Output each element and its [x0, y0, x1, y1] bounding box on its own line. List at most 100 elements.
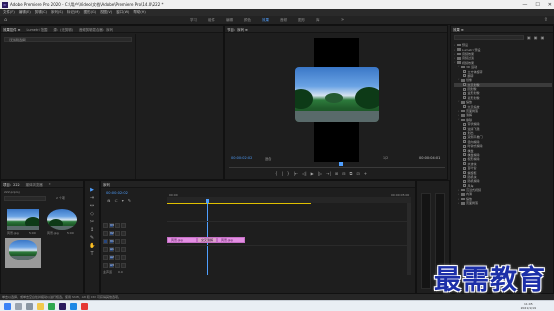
track-name-v3[interactable]: V3	[109, 222, 114, 228]
mute-icon[interactable]	[115, 262, 120, 268]
marker-icon[interactable]: |	[282, 171, 283, 178]
mark-in-icon[interactable]: {	[275, 171, 278, 178]
project-search-input[interactable]	[4, 196, 46, 201]
work-area-bar-right[interactable]	[245, 203, 311, 204]
timeline-clip-1[interactable]: 风景.jpg	[167, 237, 197, 243]
lift-icon[interactable]: ⊞	[335, 171, 338, 178]
track-name-a3[interactable]: A3	[109, 262, 114, 268]
toggle-sync-lock-icon[interactable]	[103, 222, 108, 228]
timeline-transition[interactable]: 交叉溶解	[197, 237, 217, 243]
timeline-timecode[interactable]: 00:00:02:02	[106, 191, 128, 195]
more-panels-icon[interactable]: »	[49, 182, 51, 186]
app-taskbar-icon[interactable]	[70, 302, 77, 310]
hand-tool-icon[interactable]: ✋	[89, 243, 95, 249]
effects-item[interactable]: › 页面剥落	[454, 201, 552, 205]
track-name-a1[interactable]: A1	[109, 246, 114, 252]
start-icon[interactable]	[4, 302, 11, 310]
mute-icon[interactable]	[115, 254, 120, 260]
workspace-tab-color[interactable]: 颜色	[244, 18, 251, 23]
toggle-sync-lock-icon[interactable]	[103, 246, 108, 252]
tab-source[interactable]: 源：(无剪辑)	[53, 27, 73, 32]
app2-taskbar-icon[interactable]	[81, 302, 88, 310]
32bit-filter-icon[interactable]: ▣	[534, 35, 538, 40]
track-name-a2[interactable]: A2	[109, 254, 114, 260]
extract-icon[interactable]: ⊟	[342, 171, 345, 178]
file-explorer-icon[interactable]	[37, 302, 44, 310]
timeline-vertical-scrollbar[interactable]	[407, 203, 411, 275]
selection-tool-icon[interactable]: ▶	[89, 187, 95, 193]
workspace-tab-editing[interactable]: 编辑	[226, 18, 233, 23]
type-tool-icon[interactable]: T	[89, 251, 95, 257]
accelerated-filter-icon[interactable]: ▣	[527, 35, 531, 40]
timeline-clip-2[interactable]: 风景.jpg	[217, 237, 245, 243]
track-select-tool-icon[interactable]: ⇥	[89, 195, 95, 201]
snap-icon[interactable]: ⋒	[107, 198, 110, 203]
export-frame-icon[interactable]: ⧉	[350, 171, 353, 178]
menu-graphics[interactable]: 图形(G)	[84, 10, 96, 15]
lock-icon[interactable]	[115, 222, 120, 228]
toggle-sync-lock-icon[interactable]	[103, 254, 108, 260]
task-view-icon[interactable]	[26, 302, 33, 310]
tab-sequence[interactable]: 序列	[103, 182, 110, 187]
eye-icon[interactable]	[121, 238, 126, 244]
step-forward-icon[interactable]: |▷	[318, 171, 322, 178]
go-to-out-icon[interactable]: →|	[326, 171, 331, 178]
quality-dropdown[interactable]: 1/2	[383, 156, 388, 160]
tab-program[interactable]: 节目：序列 ≡	[227, 27, 248, 32]
minimize-button[interactable]: —	[522, 2, 527, 8]
linked-selection-icon[interactable]: ⊂	[114, 198, 117, 203]
workspace-tab-libraries[interactable]: 库	[316, 18, 320, 23]
lock-icon[interactable]	[115, 238, 120, 244]
timeline-settings-icon[interactable]: ✎	[128, 198, 131, 203]
menu-view[interactable]: 视图(V)	[100, 10, 112, 15]
menu-clip[interactable]: 剪辑(C)	[35, 10, 47, 15]
mute-icon[interactable]	[115, 246, 120, 252]
eye-icon[interactable]	[121, 230, 126, 236]
pen-tool-icon[interactable]: ✎	[89, 235, 95, 241]
home-icon[interactable]: ⌂	[4, 18, 9, 23]
step-back-icon[interactable]: ◁|	[302, 171, 306, 178]
add-marker-icon[interactable]: ▾	[122, 198, 124, 203]
program-current-timecode[interactable]: 00:00:02:02	[231, 156, 252, 160]
share-icon[interactable]: ⇪	[544, 17, 548, 23]
workspace-tab-learn[interactable]: 学习	[190, 18, 197, 23]
slide-tool-icon[interactable]: ↕	[89, 227, 95, 233]
track-name-v2[interactable]: V2	[109, 230, 114, 236]
tab-project[interactable]: 项目：222	[3, 182, 20, 187]
program-scrub-bar[interactable]	[229, 167, 445, 168]
yuv-filter-icon[interactable]: ▣	[541, 35, 545, 40]
menu-sequence[interactable]: 序列(S)	[51, 10, 63, 15]
playhead-marker-icon[interactable]	[339, 162, 343, 166]
browser-icon[interactable]	[48, 302, 55, 310]
menu-help[interactable]: 帮助(H)	[133, 10, 145, 15]
ripple-edit-tool-icon[interactable]: ↔	[89, 203, 95, 209]
tab-media-browser[interactable]: 媒体浏览器	[26, 182, 43, 187]
project-thumbnail-1[interactable]	[7, 209, 39, 230]
track-name-v1[interactable]: V1	[109, 238, 114, 244]
maximize-button[interactable]: ☐	[535, 2, 539, 8]
workspace-tab-effects[interactable]: 效果	[262, 18, 269, 23]
menu-file[interactable]: 文件(F)	[3, 10, 15, 15]
taskbar-clock[interactable]: 11:05 2021/1/19	[521, 302, 536, 310]
comparison-view-icon[interactable]: ⊡	[356, 171, 359, 178]
lock-icon[interactable]	[115, 230, 120, 236]
slip-tool-icon[interactable]: ◇	[89, 211, 95, 217]
toggle-sync-lock-icon[interactable]	[103, 230, 108, 236]
effects-search-input[interactable]	[454, 35, 524, 40]
work-area-bar-left[interactable]	[167, 203, 245, 204]
solo-icon[interactable]	[121, 262, 126, 268]
project-thumbnail-selected[interactable]	[5, 238, 41, 268]
tab-effects[interactable]: 效果 ≡	[453, 27, 464, 32]
tab-audio-clip-mixer[interactable]: 音频剪辑混合器：序列	[79, 27, 113, 32]
menu-edit[interactable]: 编辑(E)	[19, 10, 31, 15]
tab-lumetri-scopes[interactable]: Lumetri 范围	[26, 27, 47, 32]
play-icon[interactable]: ▶	[311, 171, 314, 178]
mark-out-icon[interactable]: }	[287, 171, 290, 178]
solo-icon[interactable]	[121, 246, 126, 252]
workspace-tab-audio[interactable]: 音频	[280, 18, 287, 23]
workspace-tab-assembly[interactable]: 组件	[208, 18, 215, 23]
master-track-value[interactable]: 0.0	[118, 270, 123, 274]
project-thumbnail-2[interactable]	[47, 209, 77, 230]
premiere-taskbar-icon[interactable]	[59, 302, 66, 310]
close-button[interactable]: ✕	[548, 2, 552, 8]
